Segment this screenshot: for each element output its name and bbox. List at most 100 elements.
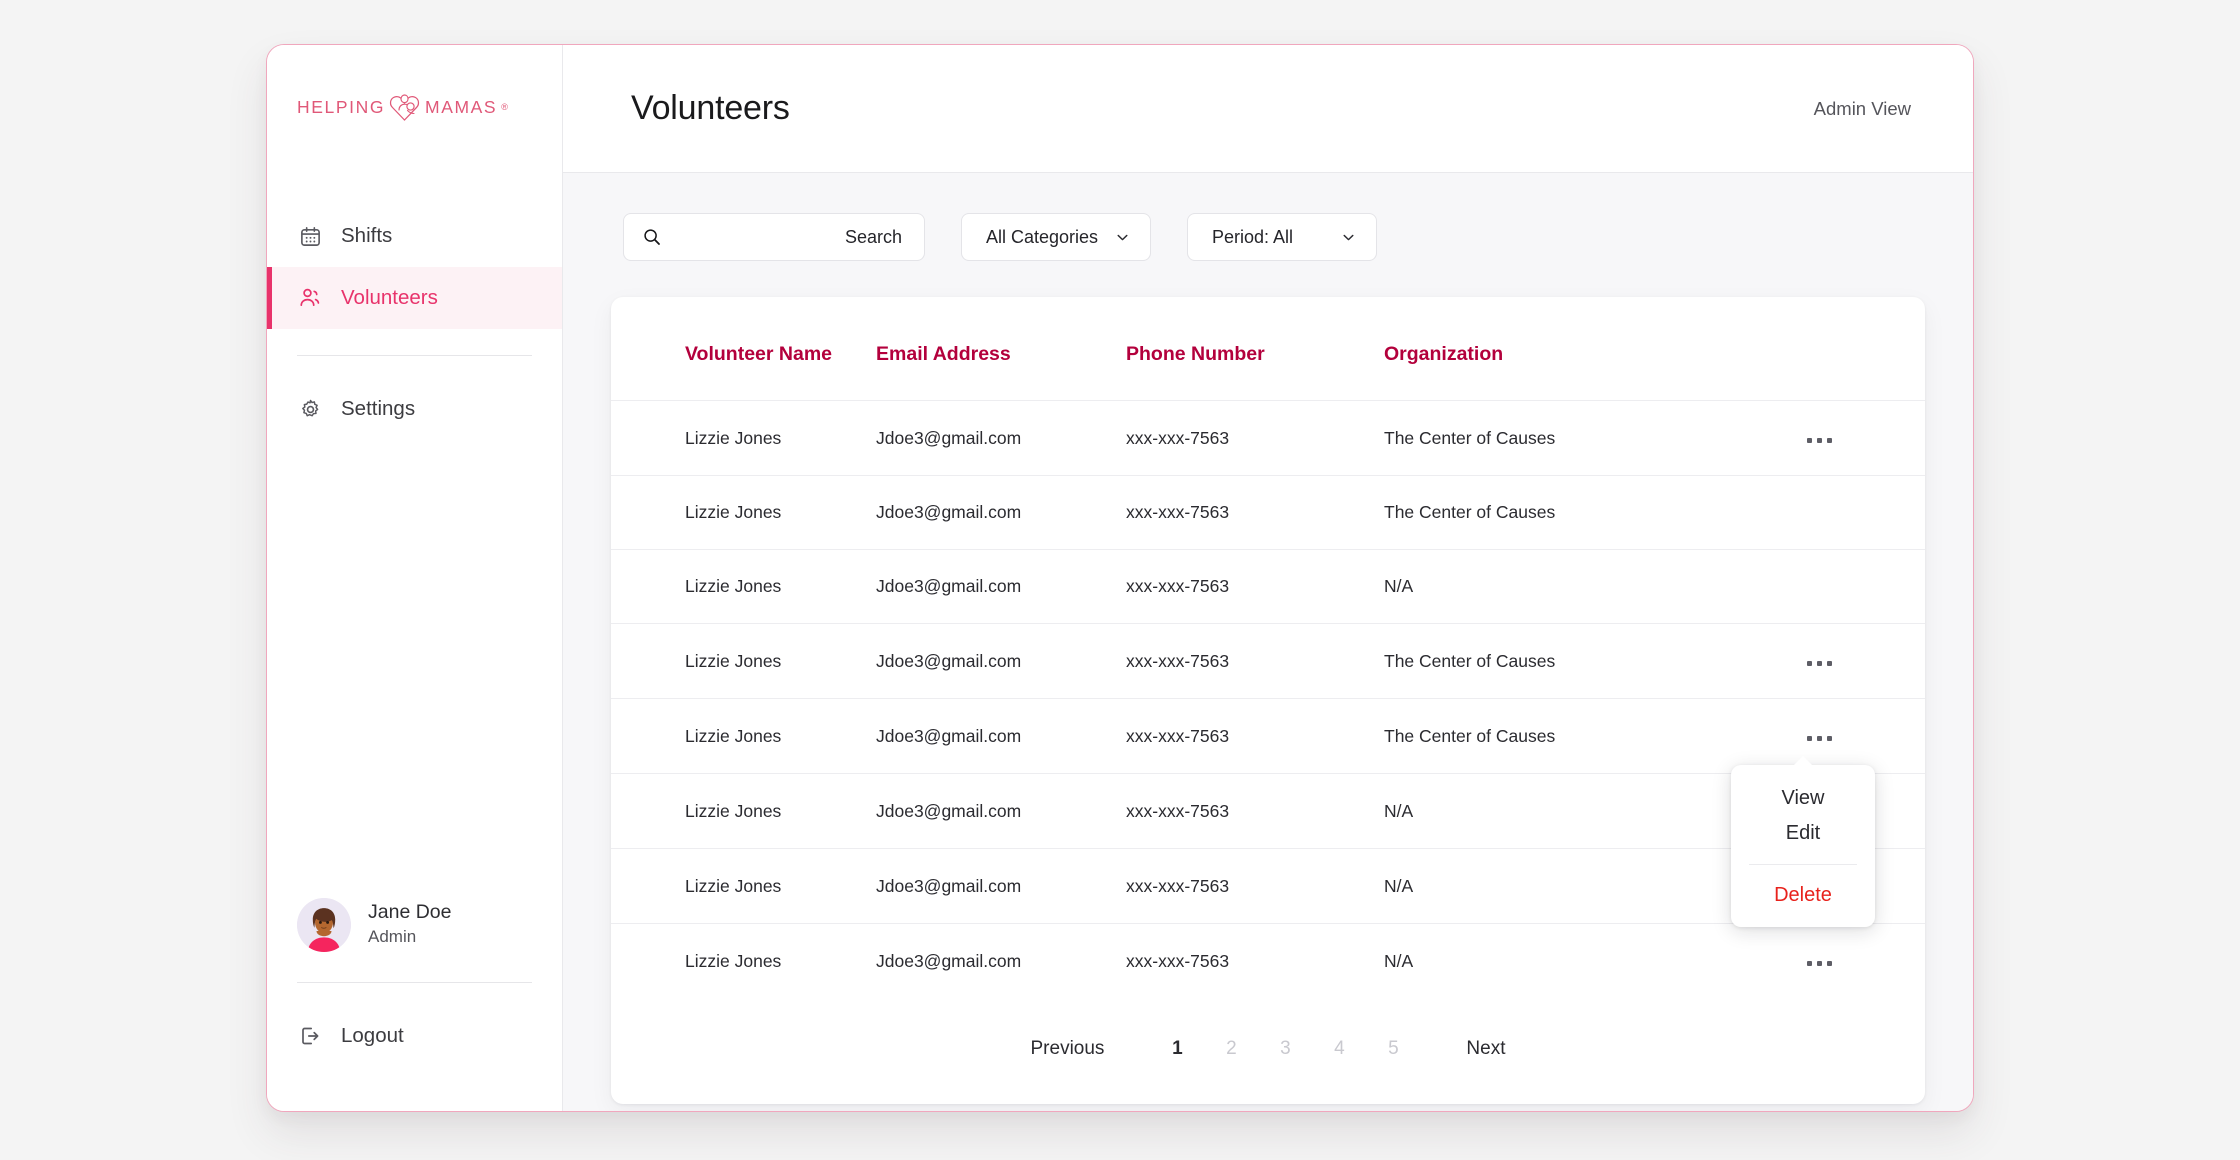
sidebar-item-label: Volunteers — [341, 286, 438, 309]
cell-actions — [1714, 475, 1925, 550]
column-header-email-address[interactable]: Email Address — [876, 297, 1126, 401]
categories-dropdown-label: All Categories — [986, 226, 1099, 247]
cell-email: Jdoe3@gmail.com — [876, 848, 1126, 924]
cell-volunteer-name: Lizzie Jones — [611, 623, 876, 699]
cell-phone: xxx-xxx-7563 — [1126, 475, 1384, 550]
logout-icon — [297, 1023, 323, 1049]
pagination-page-4[interactable]: 4 — [1312, 1038, 1366, 1060]
more-options-icon[interactable] — [1799, 432, 1840, 449]
cell-email: Jdoe3@gmail.com — [876, 698, 1126, 774]
cell-phone: xxx-xxx-7563 — [1126, 950, 1230, 971]
pagination-page-3[interactable]: 3 — [1258, 1038, 1312, 1060]
more-options-icon[interactable] — [1799, 655, 1840, 672]
cell-actions — [1714, 924, 1925, 999]
profile-role: Admin — [368, 927, 417, 947]
logout-button[interactable]: Logout — [267, 1005, 562, 1067]
search-input[interactable]: Search — [623, 213, 925, 261]
cell-organization: The Center of Causes — [1384, 400, 1714, 476]
chevron-down-icon — [1341, 230, 1356, 245]
cell-email: Jdoe3@gmail.com — [876, 623, 1126, 699]
pagination-page-1[interactable]: 1 — [1150, 1038, 1204, 1060]
sidebar-item-settings[interactable]: Settings — [267, 378, 562, 440]
sidebar-item-label: Shifts — [341, 224, 393, 247]
pagination-page-2[interactable]: 2 — [1204, 1038, 1258, 1060]
table-row[interactable]: Lizzie Jones Jdoe3@gmail.com xxx-xxx-756… — [611, 924, 1925, 999]
categories-dropdown[interactable]: All Categories — [961, 213, 1151, 261]
period-dropdown[interactable]: Period: All — [1187, 213, 1377, 261]
calendar-icon — [297, 223, 323, 249]
cell-email: Jdoe3@gmail.com — [876, 950, 1022, 971]
sidebar-item-shifts[interactable]: Shifts — [267, 205, 562, 267]
period-dropdown-label: Period: All — [1212, 226, 1294, 247]
cell-actions — [1714, 549, 1925, 624]
volunteers-table-card: Volunteer Name Email Address Phone Numbe… — [611, 297, 1925, 1104]
cell-volunteer-name: Lizzie Jones — [611, 848, 876, 924]
cell-actions — [1714, 400, 1925, 476]
content-area: Search All Categories Period: All Volunt… — [563, 173, 1973, 1111]
more-options-icon[interactable] — [1799, 955, 1840, 972]
cell-volunteer-name: Lizzie Jones — [611, 400, 876, 476]
profile-name: Jane Doe — [368, 901, 452, 924]
table-row[interactable]: Lizzie Jones Jdoe3@gmail.com xxx-xxx-756… — [611, 549, 1925, 624]
table-row[interactable]: Lizzie Jones Jdoe3@gmail.com xxx-xxx-756… — [611, 623, 1925, 699]
cell-organization: The Center of Causes — [1384, 475, 1714, 550]
search-label: Search — [844, 226, 902, 247]
search-icon — [642, 227, 662, 247]
more-options-icon[interactable] — [1799, 730, 1840, 747]
topbar: Volunteers Admin View — [563, 45, 1973, 173]
table-row[interactable]: Lizzie Jones Jdoe3@gmail.com xxx-xxx-756… — [611, 400, 1925, 476]
pagination-page-5[interactable]: 5 — [1366, 1038, 1420, 1060]
app-window: HELPING MAMAS ® Shifts Volunteers Settin… — [266, 44, 1974, 1112]
sidebar-item-label: Settings — [341, 397, 416, 421]
row-context-menu: View Edit Delete — [1731, 765, 1875, 928]
users-icon — [297, 285, 323, 311]
cell-volunteer-name: Lizzie Jones — [611, 698, 876, 774]
cell-actions — [1714, 698, 1925, 774]
table-row[interactable]: Lizzie Jones Jdoe3@gmail.com xxx-xxx-756… — [611, 698, 1925, 774]
pagination-next[interactable]: Next — [1448, 1038, 1523, 1060]
cell-organization: The Center of Causes — [1384, 698, 1714, 774]
brand-name-first: HELPING — [297, 96, 386, 117]
table-row[interactable]: Lizzie Jones Jdoe3@gmail.com xxx-xxx-756… — [611, 848, 1925, 924]
avatar — [297, 897, 351, 952]
context-menu-delete[interactable]: Delete — [1731, 878, 1875, 913]
user-profile[interactable]: Jane Doe Admin — [267, 897, 562, 952]
sidebar-nav: Shifts Volunteers Settings — [267, 205, 562, 440]
cell-organization: N/A — [1384, 848, 1714, 924]
cell-email: Jdoe3@gmail.com — [876, 773, 1126, 849]
column-header-volunteer-name[interactable]: Volunteer Name — [611, 297, 876, 401]
cell-volunteer-name: Lizzie Jones — [611, 549, 876, 624]
column-header-phone-number[interactable]: Phone Number — [1126, 297, 1384, 401]
cell-volunteer-name: Lizzie Jones — [685, 950, 782, 971]
context-menu-divider — [1749, 864, 1857, 866]
cell-volunteer-name: Lizzie Jones — [611, 475, 876, 550]
table-header-row: Volunteer Name Email Address Phone Numbe… — [611, 297, 1925, 401]
cell-phone: xxx-xxx-7563 — [1126, 549, 1384, 624]
column-header-organization[interactable]: Organization — [1384, 297, 1714, 401]
filter-bar: Search All Categories Period: All — [611, 213, 1911, 261]
cell-organization: The Center of Causes — [1384, 623, 1714, 699]
admin-view-button[interactable]: Admin View — [1814, 98, 1911, 120]
brand-logo[interactable]: HELPING MAMAS ® — [267, 45, 562, 173]
brand-name-second: MAMAS — [425, 96, 498, 117]
brand-trademark: ® — [501, 102, 508, 112]
cell-email: Jdoe3@gmail.com — [876, 475, 1126, 550]
sidebar-item-volunteers[interactable]: Volunteers — [267, 267, 562, 329]
pagination-previous[interactable]: Previous — [1013, 1038, 1123, 1060]
column-header-actions — [1714, 297, 1925, 401]
main-area: Volunteers Admin View Search All Categor… — [563, 45, 1973, 1111]
context-menu-edit[interactable]: Edit — [1731, 816, 1875, 851]
table-row[interactable]: Lizzie Jones Jdoe3@gmail.com xxx-xxx-756… — [611, 773, 1925, 849]
logout-label: Logout — [341, 1024, 404, 1047]
cell-email: Jdoe3@gmail.com — [876, 549, 1126, 624]
cell-volunteer-name: Lizzie Jones — [611, 773, 876, 849]
cell-actions — [1714, 623, 1925, 699]
page-title: Volunteers — [631, 89, 790, 127]
table-header: Volunteer Name Email Address Phone Numbe… — [611, 297, 1925, 401]
gear-icon — [297, 396, 323, 422]
context-menu-view[interactable]: View — [1731, 781, 1875, 816]
pagination: Previous 1 2 3 4 5 Next — [611, 998, 1925, 1104]
cell-email: Jdoe3@gmail.com — [876, 400, 1126, 476]
table-row[interactable]: Lizzie Jones Jdoe3@gmail.com xxx-xxx-756… — [611, 475, 1925, 550]
